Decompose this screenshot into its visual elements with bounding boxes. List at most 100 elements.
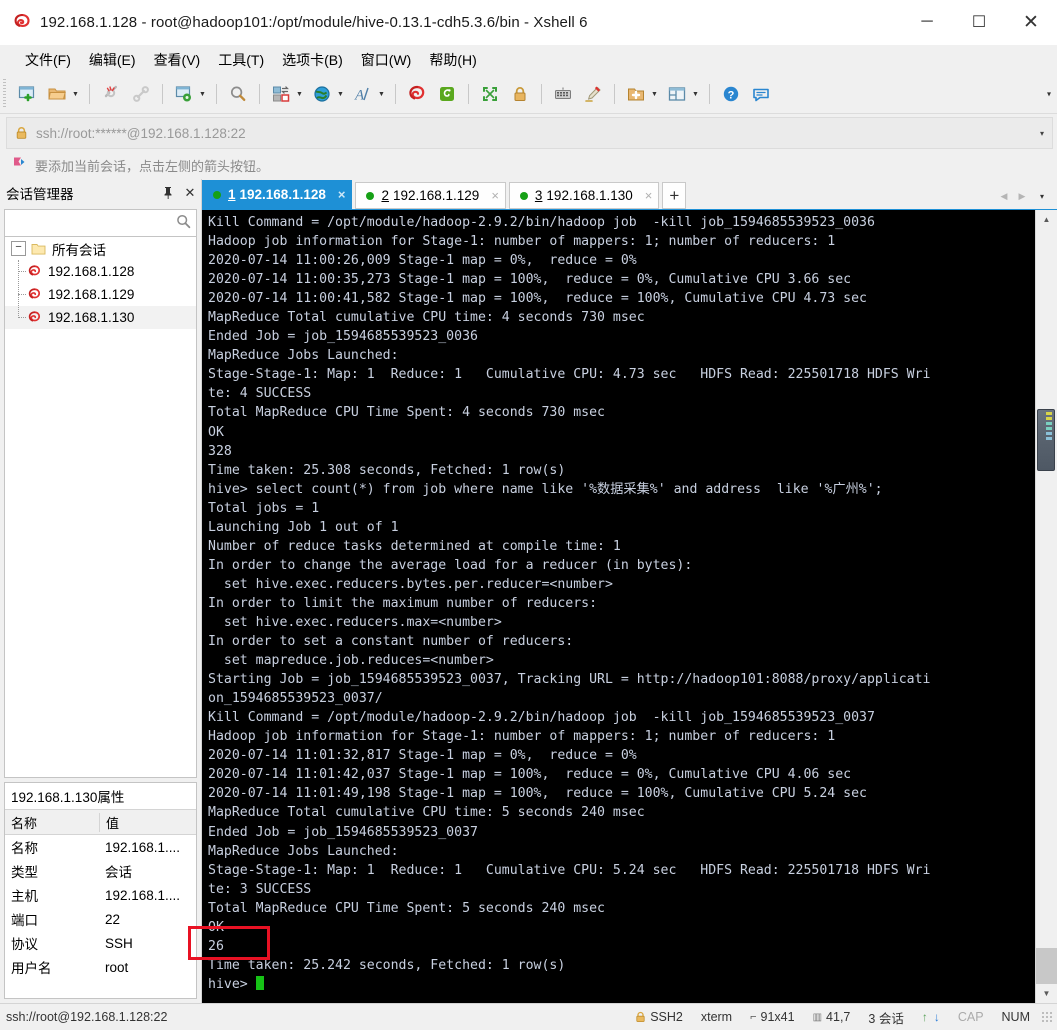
help-button[interactable]: ?	[716, 79, 746, 109]
status-protocol-cell: SSH2	[626, 1010, 692, 1024]
status-bar: ssh://root@192.168.1.128:22 SSH2 xterm ⌐…	[0, 1003, 1057, 1030]
session-item-129[interactable]: 192.168.1.129	[5, 283, 196, 306]
scroll-down-icon[interactable]: ▼	[1036, 984, 1057, 1003]
toolbar-overflow-icon[interactable]: ▾	[1047, 90, 1051, 99]
minimize-button[interactable]: ─	[901, 0, 953, 44]
window-controls: ─ ☐ ✕	[901, 0, 1057, 44]
chevron-down-icon[interactable]: ▼	[335, 81, 346, 107]
scrollbar-thumb[interactable]	[1037, 409, 1055, 471]
terminal-output[interactable]: Kill Command = /opt/module/hadoop-2.9.2/…	[202, 210, 1035, 1003]
tab-192-168-1-130[interactable]: 3 192.168.1.130 ×	[508, 182, 660, 209]
scrollbar-track[interactable]	[1036, 229, 1057, 984]
chevron-down-icon[interactable]: ▼	[376, 81, 387, 107]
menu-file[interactable]: 文件(F)	[16, 46, 80, 74]
terminal-area: 1 192.168.1.128 × 2 192.168.1.129 × 3 19…	[202, 179, 1057, 1003]
keyboard-icon	[550, 81, 576, 107]
menu-window[interactable]: 窗口(W)	[352, 46, 421, 74]
property-name: 协议	[11, 937, 38, 952]
toolbar-separator	[541, 84, 542, 104]
tab-list-dropdown-icon[interactable]: ▾	[1031, 186, 1053, 206]
menu-edit[interactable]: 编辑(E)	[80, 46, 145, 74]
tab-scroll-right-icon[interactable]: ▶	[1013, 186, 1031, 206]
tab-192-168-1-129[interactable]: 2 192.168.1.129 ×	[355, 182, 506, 209]
toolbar-separator	[162, 84, 163, 104]
file-transfer-icon	[268, 81, 294, 107]
tab-close-icon[interactable]: ×	[491, 188, 499, 203]
chevron-down-icon[interactable]: ▼	[70, 81, 81, 107]
tab-close-icon[interactable]: ×	[645, 188, 653, 203]
upload-arrow-icon: ↑	[921, 1010, 928, 1024]
address-bar[interactable]: ssh://root:******@192.168.1.128:22 ▾	[6, 117, 1053, 149]
search-icon[interactable]	[175, 213, 192, 233]
toolbar-separator	[614, 84, 615, 104]
session-item-128[interactable]: 192.168.1.128	[5, 260, 196, 283]
new-session-button[interactable]	[12, 79, 42, 109]
toolbar-grip[interactable]	[3, 79, 6, 109]
status-terminal-type: xterm	[700, 1010, 733, 1024]
property-name: 端口	[11, 913, 38, 928]
terminal-scrollbar[interactable]: ▲ ▼	[1035, 210, 1057, 1003]
properties-body: 名称 192.168.1.... 类型 会话 主机 192.168.1.... …	[5, 835, 196, 998]
resize-grip[interactable]	[1041, 1011, 1053, 1023]
tab-navigation: ◀ ▶ ▾	[995, 186, 1053, 206]
property-value: 会话	[105, 865, 132, 880]
menu-view[interactable]: 查看(V)	[145, 46, 210, 74]
menu-tools[interactable]: 工具(T)	[209, 46, 273, 74]
pin-icon[interactable]	[157, 181, 179, 205]
chevron-down-icon[interactable]: ▼	[690, 81, 701, 107]
session-tree[interactable]: − 所有会话 192.168.1.128 192.168.1.129 192.1…	[4, 237, 197, 778]
session-properties-button[interactable]: ▼	[169, 79, 210, 109]
session-item-130[interactable]: 192.168.1.130	[5, 306, 196, 329]
menu-help[interactable]: 帮助(H)	[420, 46, 485, 74]
new-folder-button[interactable]: ▼	[621, 79, 662, 109]
chevron-down-icon[interactable]: ▾	[1040, 129, 1044, 138]
maximize-button[interactable]: ☐	[953, 0, 1005, 44]
keyboard-button[interactable]	[548, 79, 578, 109]
tree-root-all-sessions[interactable]: − 所有会话	[5, 237, 196, 260]
scrollbar-page-area[interactable]	[1036, 948, 1057, 984]
layout-button[interactable]: ▼	[662, 79, 703, 109]
disconnect-button[interactable]	[96, 79, 126, 109]
reconnect-button[interactable]	[126, 79, 156, 109]
tab-scroll-left-icon[interactable]: ◀	[995, 186, 1013, 206]
chevron-down-icon[interactable]: ▼	[197, 81, 208, 107]
xshell-button[interactable]	[402, 79, 432, 109]
globe-icon	[309, 81, 335, 107]
tab-close-icon[interactable]: ×	[338, 187, 346, 202]
collapse-icon[interactable]: −	[11, 241, 26, 256]
close-icon[interactable]: ✕	[179, 181, 201, 205]
lock-button[interactable]	[505, 79, 535, 109]
notice-text: 要添加当前会话，点击左侧的箭头按钮。	[35, 158, 270, 174]
menu-tab[interactable]: 选项卡(B)	[273, 46, 352, 74]
xshell-session-icon	[27, 264, 42, 279]
arrow-flag-icon	[12, 156, 26, 174]
session-properties-panel: 192.168.1.130属性 名称 值 名称 192.168.1.... 类型…	[4, 782, 197, 999]
new-tab-button[interactable]: +	[662, 182, 687, 209]
font-icon: A	[350, 81, 376, 107]
tab-192-168-1-128[interactable]: 1 192.168.1.128 ×	[202, 180, 353, 209]
properties-col-value: 值	[99, 812, 196, 832]
highlight-button[interactable]	[578, 79, 608, 109]
property-row: 端口 22	[5, 907, 196, 931]
feedback-button[interactable]	[746, 79, 776, 109]
tree-connector	[18, 271, 26, 273]
file-transfer-button[interactable]: ▼	[266, 79, 307, 109]
find-button[interactable]	[223, 79, 253, 109]
globe-button[interactable]: ▼	[307, 79, 348, 109]
session-search-box[interactable]	[4, 209, 197, 237]
search-input[interactable]	[8, 211, 177, 235]
xftp-button[interactable]	[432, 79, 462, 109]
lock-icon	[15, 126, 28, 140]
property-value: 22	[105, 911, 121, 927]
chevron-down-icon[interactable]: ▼	[294, 81, 305, 107]
scroll-up-icon[interactable]: ▲	[1036, 210, 1057, 229]
fullscreen-button[interactable]	[475, 79, 505, 109]
open-session-button[interactable]: ▼	[42, 79, 83, 109]
property-name: 名称	[11, 841, 38, 856]
status-size-cell: ⌐ 91x41	[741, 1010, 804, 1024]
close-button[interactable]: ✕	[1005, 0, 1057, 44]
font-button[interactable]: A ▼	[348, 79, 389, 109]
properties-title: 192.168.1.130属性	[5, 783, 196, 809]
chevron-down-icon[interactable]: ▼	[649, 81, 660, 107]
xshell-window: 192.168.1.128 - root@hadoop101:/opt/modu…	[0, 0, 1057, 1030]
